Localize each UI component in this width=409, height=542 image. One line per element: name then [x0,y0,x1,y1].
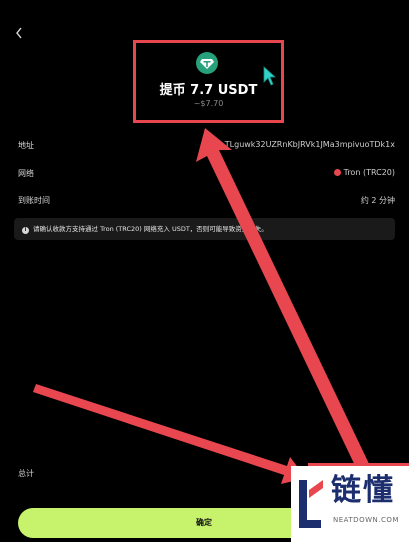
network-value: Tron (TRC20) [333,168,395,177]
annotation-arrow-up [196,128,372,476]
back-button[interactable] [14,26,28,44]
address-label: 地址 [18,141,34,150]
arrival-label: 到账时间 [18,196,50,205]
withdraw-title: 提币 7.7 USDT [159,83,258,98]
tron-icon [333,169,341,176]
cursor-icon [263,66,277,86]
chevron-left-icon [16,27,22,39]
annotation-arrow-right [33,384,306,484]
network-name: Tron (TRC20) [343,168,395,177]
notice-text: 请确认收款方支持通过 Tron (TRC20) 网络充入 USDT，否则可能导致… [33,225,268,233]
total-label: 总计 [18,469,34,478]
watermark-subtext: NEATDOWN.COM [333,516,399,524]
network-notice: i 请确认收款方支持通过 Tron (TRC20) 网络充入 USDT，否则可能导… [14,218,395,240]
watermark-text: 链懂 [331,473,395,508]
watermark-logo-icon [299,480,323,528]
address-value: TLguwk32UZRnKbJRVk1JMa3mpivuoTDk1x [224,140,395,149]
watermark: 链懂 NEATDOWN.COM [291,466,409,542]
usdt-icon [196,52,218,74]
withdraw-usd-value: ~$7.70 [193,99,224,108]
withdraw-header: 提币 7.7 USDT ~$7.70 [133,40,284,123]
arrival-value: 约 2 分钟 [360,196,395,205]
info-icon: i [22,227,29,234]
network-label: 网络 [18,169,34,178]
